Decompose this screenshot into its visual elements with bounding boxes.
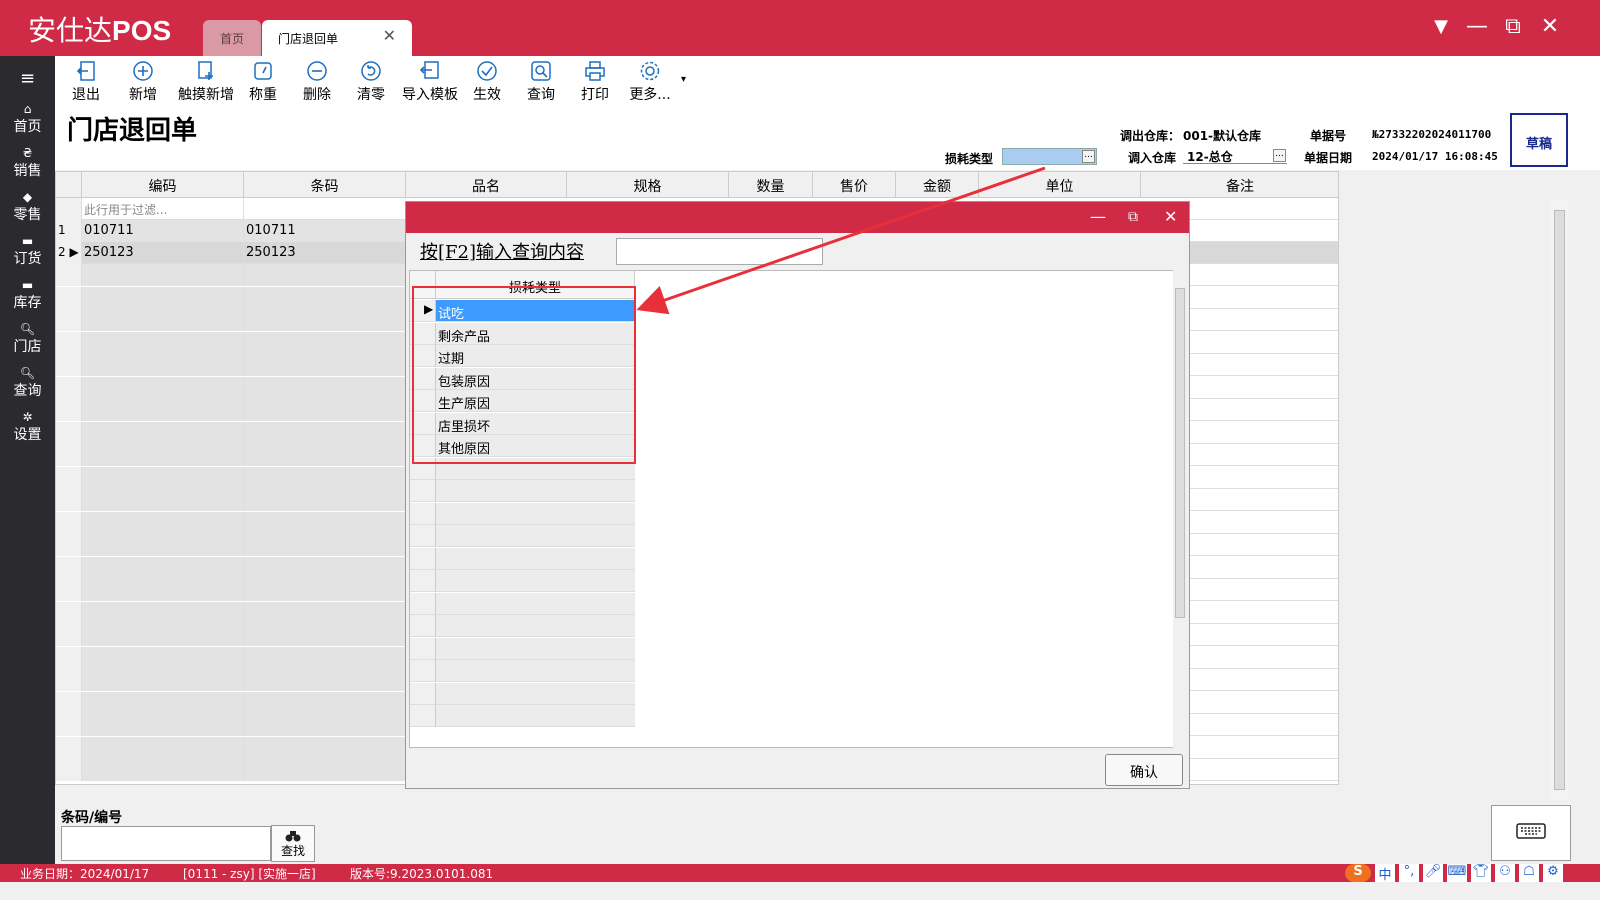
status-bar: 业务日期：2024/01/17 [0111 - zsy] [实施一店] 版本号:… [0, 864, 1600, 883]
version: 版本号:9.2023.0101.081 [350, 867, 494, 881]
find-label: 查找 [280, 844, 305, 858]
barcode-panel: 条码/编号 查找 [55, 803, 1600, 864]
business-date: 业务日期：2024/01/17 [20, 867, 150, 881]
barcode-input[interactable] [61, 826, 271, 861]
user-store: [0111 - zsy] [实施一店] [183, 867, 316, 881]
find-button[interactable]: 查找 [271, 825, 315, 862]
annotation-arrow [636, 166, 1046, 315]
settings-tray-icon[interactable]: ⚙ [1543, 864, 1563, 882]
keyboard-button[interactable] [1491, 805, 1571, 861]
microphone-icon[interactable]: 🎤︎ [1423, 864, 1443, 882]
keyboard-tray-icon[interactable]: ⌨ [1447, 864, 1467, 882]
system-tray: S 中 °, 🎤︎ ⌨ 👕︎ ⚇ ☖ ⚙ [1345, 864, 1600, 883]
user-icon[interactable]: ⚇ [1495, 864, 1515, 882]
skin-icon[interactable]: 👕︎ [1471, 864, 1491, 882]
sogou-ime-icon[interactable]: S [1345, 864, 1371, 882]
binoculars-icon [285, 831, 301, 842]
punctuation-icon[interactable]: °, [1399, 864, 1419, 882]
barcode-label: 条码/编号 [61, 810, 123, 826]
toolbox-icon[interactable]: ☖ [1519, 864, 1539, 882]
chinese-mode-icon[interactable]: 中 [1375, 864, 1395, 883]
keyboard-icon [1516, 823, 1546, 839]
